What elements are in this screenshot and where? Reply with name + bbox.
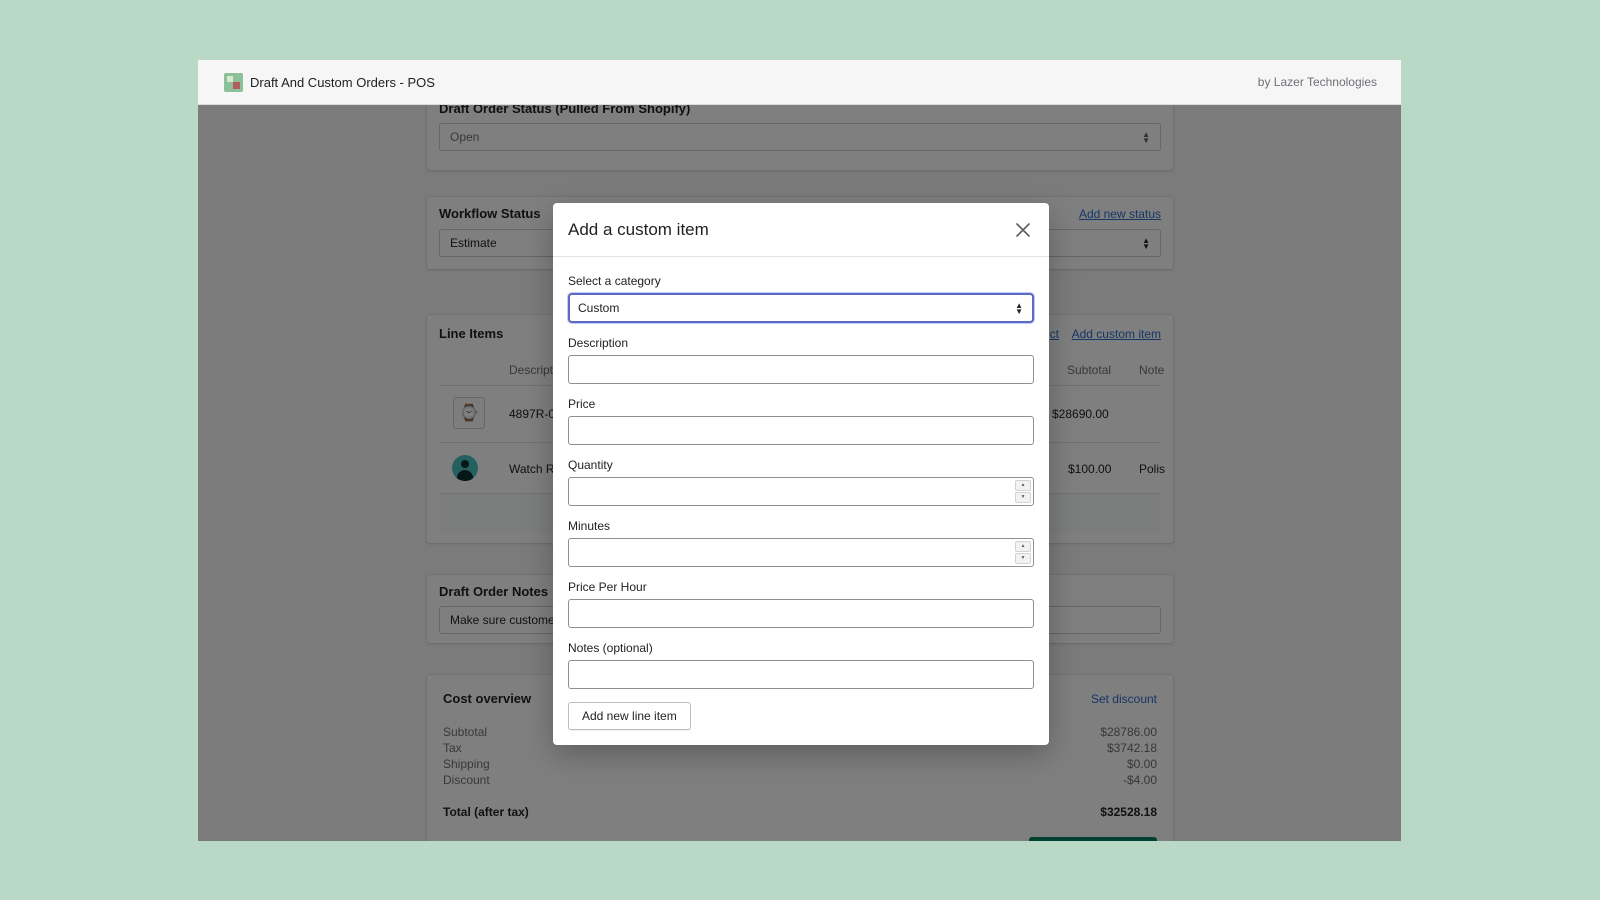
quantity-stepper: ▲ ▼ [568, 477, 1034, 506]
minutes-stepper: ▲ ▼ [568, 538, 1034, 567]
notes-field: Notes (optional) [568, 641, 1034, 689]
description-input[interactable] [568, 355, 1034, 384]
category-field: Select a category Custom ▲ ▼ [568, 274, 1034, 323]
quantity-input[interactable] [568, 477, 1034, 506]
quantity-spinner: ▲ ▼ [1015, 480, 1031, 503]
price-input[interactable] [568, 416, 1034, 445]
increment-arrow-icon[interactable]: ▲ [1015, 480, 1031, 491]
category-label: Select a category [568, 274, 661, 288]
close-icon [1016, 222, 1030, 237]
price-per-hour-field: Price Per Hour [568, 580, 1034, 628]
quantity-label: Quantity [568, 458, 613, 472]
minutes-spinner: ▲ ▼ [1015, 541, 1031, 564]
decrement-arrow-icon[interactable]: ▼ [1015, 492, 1031, 503]
minutes-label: Minutes [568, 519, 611, 533]
decrement-arrow-icon[interactable]: ▼ [1015, 553, 1031, 564]
modal-body: Select a category Custom ▲ ▼ Description … [553, 257, 1049, 730]
app-publisher: by Lazer Technologies [1257, 75, 1377, 89]
description-label: Description [568, 336, 629, 350]
quantity-field: Quantity ▲ ▼ [568, 458, 1034, 506]
app-header: Draft And Custom Orders - POS by Lazer T… [198, 60, 1401, 105]
category-value: Custom [578, 301, 620, 315]
price-label: Price [568, 397, 596, 411]
modal-title: Add a custom item [568, 219, 709, 239]
notes-input[interactable] [568, 660, 1034, 689]
app-title: Draft And Custom Orders - POS [250, 74, 435, 90]
price-field: Price [568, 397, 1034, 445]
price-per-hour-label: Price Per Hour [568, 580, 647, 594]
category-select[interactable]: Custom ▲ ▼ [568, 293, 1034, 323]
description-field: Description [568, 336, 1034, 384]
increment-arrow-icon[interactable]: ▲ [1015, 541, 1031, 552]
notes-label: Notes (optional) [568, 641, 653, 655]
price-per-hour-input[interactable] [568, 599, 1034, 628]
add-custom-item-modal: Add a custom item Select a category Cust… [553, 203, 1049, 745]
minutes-input[interactable] [568, 538, 1034, 567]
modal-header: Add a custom item [553, 203, 1049, 257]
close-button[interactable] [1012, 219, 1034, 241]
app-logo-icon [224, 72, 243, 92]
select-arrows-icon: ▲▼ [1015, 301, 1023, 316]
add-new-line-item-button[interactable]: Add new line item [568, 702, 691, 730]
minutes-field: Minutes ▲ ▼ [568, 519, 1034, 567]
